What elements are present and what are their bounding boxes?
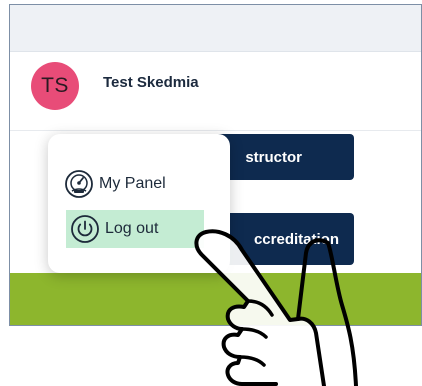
green-band bbox=[10, 273, 421, 325]
dashboard-icon bbox=[65, 170, 93, 198]
stage: TS Test Skedmia structor ccreditation My… bbox=[0, 0, 422, 386]
menu-item-my-panel-label: My Panel bbox=[99, 175, 166, 192]
user-name[interactable]: Test Skedmia bbox=[103, 74, 199, 91]
power-icon bbox=[71, 215, 99, 243]
avatar[interactable]: TS bbox=[31, 62, 79, 110]
user-dropdown-menu: My Panel Log out bbox=[48, 134, 230, 273]
menu-item-log-out[interactable]: Log out bbox=[66, 210, 204, 248]
menu-item-log-out-label: Log out bbox=[105, 220, 159, 237]
instructor-button-label: structor bbox=[245, 148, 302, 166]
user-row[interactable]: TS Test Skedmia bbox=[10, 52, 421, 131]
accreditation-button-label: ccreditation bbox=[253, 230, 339, 248]
app-window: TS Test Skedmia structor ccreditation My… bbox=[9, 4, 422, 326]
menu-item-my-panel[interactable]: My Panel bbox=[64, 166, 214, 202]
top-bar bbox=[10, 5, 421, 52]
